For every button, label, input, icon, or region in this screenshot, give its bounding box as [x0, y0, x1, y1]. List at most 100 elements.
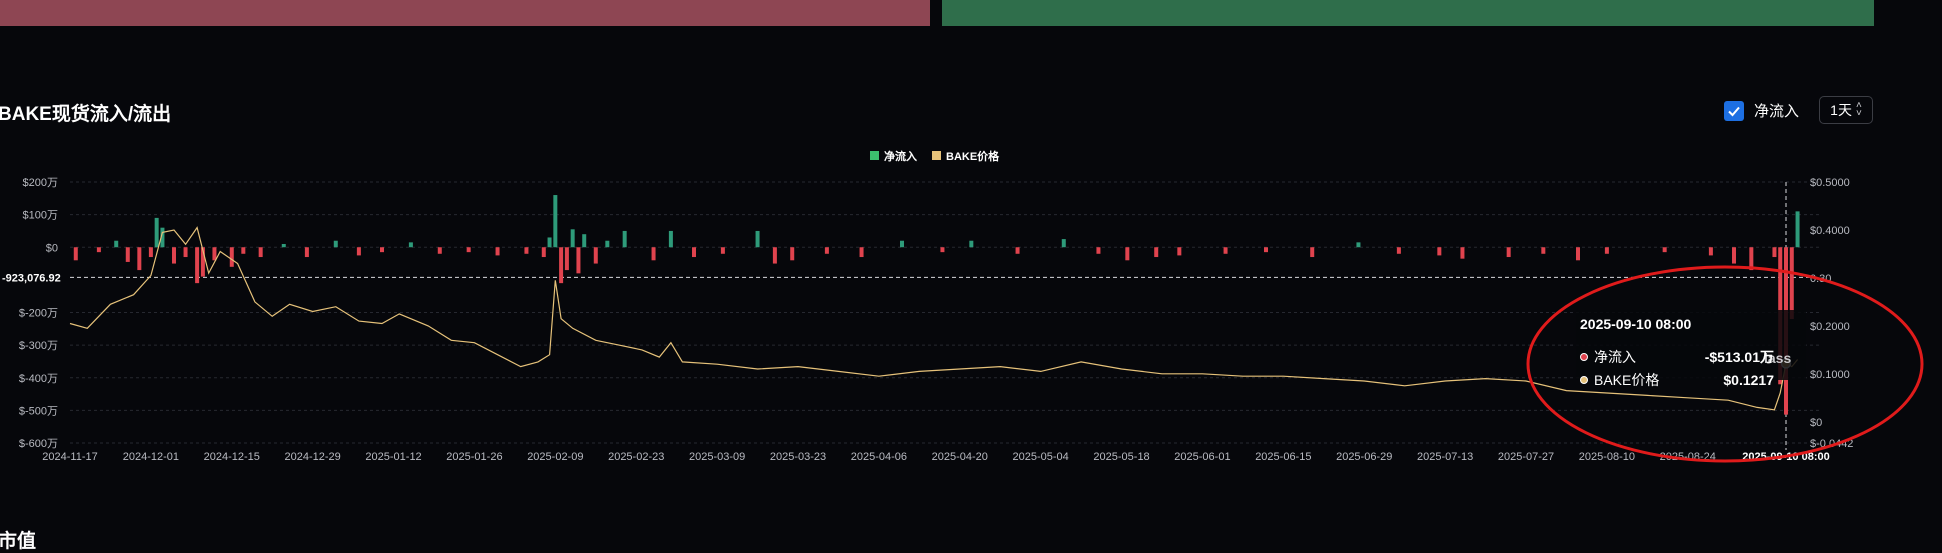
bar: [73, 247, 78, 261]
bar: [1789, 247, 1794, 320]
bar: [564, 247, 569, 271]
bar: [1015, 247, 1020, 254]
bar: [559, 247, 564, 284]
x-tick-label: 2024-11-17: [42, 451, 97, 463]
y-left-tick-label: $-600万: [19, 438, 58, 450]
bar: [1264, 247, 1268, 253]
bar: [258, 247, 263, 258]
x-tick-label: 2025-08-10: [1579, 451, 1635, 463]
bar: [1506, 247, 1511, 258]
bar: [547, 237, 552, 248]
bar: [183, 247, 188, 258]
x-tick-label: 2025-04-06: [851, 451, 907, 463]
bar: [125, 247, 130, 262]
bar: [114, 240, 119, 248]
bar: [969, 240, 974, 248]
bar: [1356, 242, 1361, 248]
legend-label: 净流入: [884, 149, 917, 163]
bar: [1177, 247, 1182, 256]
x-tick-label: 2025-07-13: [1417, 451, 1473, 463]
x-tick-label: 2024-12-29: [285, 451, 341, 463]
bar: [281, 243, 286, 248]
x-tick-label: 2025-05-04: [1013, 451, 1069, 463]
tooltip-value: $0.1217: [1723, 371, 1774, 388]
bar: [755, 230, 760, 248]
x-tick-label: 2024-12-15: [204, 451, 260, 463]
bar: [195, 247, 200, 284]
tooltip-row-inflow: 净流入 -$513.01万: [1580, 345, 1800, 368]
bar: [408, 242, 413, 248]
x-tick-label: 2025-01-26: [446, 451, 502, 463]
bar: [824, 247, 829, 254]
legend-swatch: [870, 151, 879, 160]
bar: [1708, 247, 1713, 256]
bar: [772, 247, 777, 264]
bar: [541, 247, 546, 258]
bar: [333, 240, 338, 248]
y-left-tick-label: $-300万: [19, 340, 58, 352]
tooltip: 2025-09-10 08:00 净流入 -$513.01万 BAKE价格 $0…: [1580, 316, 1800, 391]
bar: [212, 247, 217, 261]
bar: [1310, 247, 1315, 258]
bar: [524, 247, 529, 254]
bar: [1541, 247, 1546, 254]
x-tick-label: 2025-03-23: [770, 451, 826, 463]
bar: [1154, 247, 1159, 258]
price-line: [69, 226, 1799, 411]
tooltip-label: 净流入: [1594, 348, 1636, 365]
bar: [96, 247, 101, 253]
bar: [437, 247, 442, 254]
x-tick-label: 2024-12-01: [123, 451, 179, 463]
tooltip-value: -$513.01万: [1704, 348, 1774, 365]
bar: [154, 217, 159, 248]
x-tick-label: 2025-06-15: [1255, 451, 1311, 463]
bar: [356, 247, 361, 256]
bar: [241, 247, 246, 254]
legend-swatch: [932, 151, 941, 160]
bar: [940, 247, 945, 253]
bar: [553, 195, 558, 248]
y-left-tick-label: $-500万: [19, 405, 58, 417]
x-tick-label: 2025-07-27: [1498, 451, 1554, 463]
bar: [692, 247, 696, 258]
bar: [622, 230, 627, 248]
bar: [229, 247, 234, 267]
y-left-tick-label: $100万: [23, 210, 58, 222]
bar: [859, 247, 864, 258]
x-tick-label: 2025-01-12: [365, 451, 421, 463]
bar: [605, 240, 610, 248]
bar: [148, 247, 153, 258]
bar: [1061, 239, 1066, 248]
x-tick-label: 2025-06-01: [1174, 451, 1230, 463]
x-tick-label: 2025-06-29: [1336, 451, 1392, 463]
bar: [466, 247, 471, 253]
bar: [720, 247, 725, 254]
bar: [900, 240, 904, 248]
bar: [668, 230, 673, 248]
bar: [495, 247, 500, 256]
bar: [1662, 247, 1667, 253]
x-tick-label: 2025-02-09: [527, 451, 583, 463]
y-left-tick-label: $200万: [23, 177, 58, 189]
bar: [172, 247, 176, 264]
bar: [1096, 247, 1101, 254]
y-right-tick-label: $0.1000: [1810, 369, 1850, 381]
y-left-tick-label: $0: [46, 242, 58, 254]
bar: [1223, 247, 1228, 254]
bar: [137, 247, 142, 271]
bar: [576, 247, 581, 274]
legend-label: BAKE价格: [946, 149, 1000, 163]
bar: [1772, 247, 1777, 258]
bar: [1732, 247, 1736, 264]
chart-legend: 净流入 BAKE价格: [870, 149, 1000, 163]
y-right-tick-label: $0.2000: [1810, 321, 1850, 333]
bar: [1795, 211, 1800, 248]
bar: [380, 247, 384, 253]
tooltip-row-price: BAKE价格 $0.1217: [1580, 368, 1800, 391]
y-left-tick-label: $-400万: [19, 373, 58, 385]
bar: [1125, 247, 1130, 261]
bar: [651, 247, 656, 261]
bar: [1460, 247, 1465, 259]
bar: [593, 247, 598, 264]
y-left-tick-label: $-200万: [19, 308, 58, 320]
